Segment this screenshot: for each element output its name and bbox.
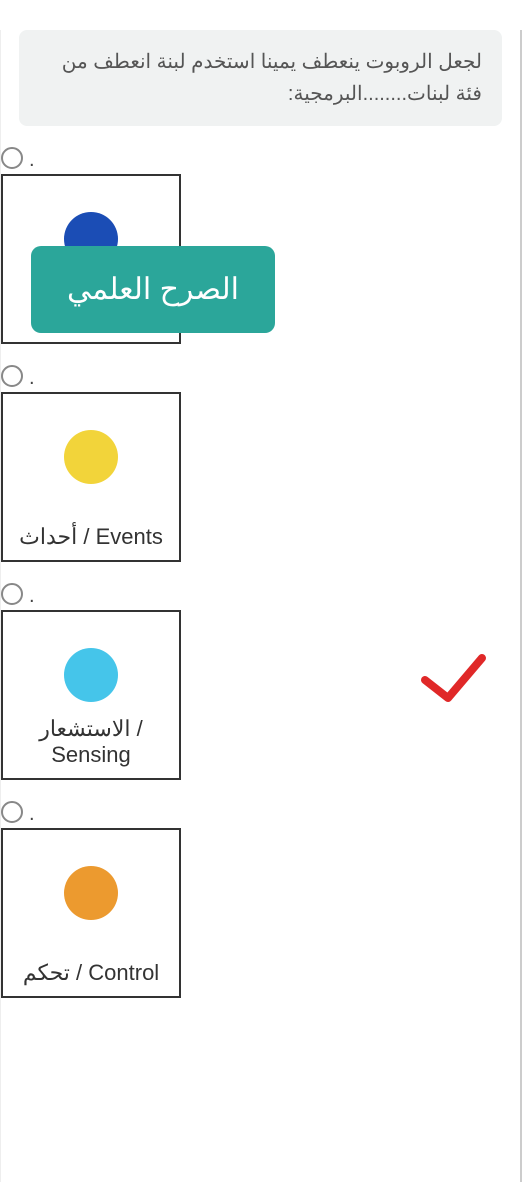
- option-control[interactable]: . تحكم / Control: [1, 800, 181, 998]
- dot-separator: .: [29, 368, 35, 388]
- quiz-container: لجعل الروبوت ينعطف يمينا استخدم لبنة انع…: [0, 30, 522, 1182]
- option-card: أحداث / Events: [1, 392, 181, 562]
- option-card: تحكم / Control: [1, 828, 181, 998]
- option-label: الاستشعار / Sensing: [3, 716, 179, 768]
- option-label: أحداث / Events: [19, 524, 163, 550]
- option-card: الاستشعار / Sensing: [1, 610, 181, 780]
- category-color-icon: [64, 430, 118, 484]
- radio-row: .: [1, 800, 35, 824]
- category-color-icon: [64, 648, 118, 702]
- dot-separator: .: [29, 586, 35, 606]
- correct-answer-checkmark-icon: [420, 650, 490, 710]
- dot-separator: .: [29, 804, 35, 824]
- category-color-icon: [64, 866, 118, 920]
- radio-button[interactable]: [1, 801, 23, 823]
- watermark-badge: الصرح العلمي: [31, 246, 275, 333]
- radio-row: .: [1, 364, 35, 388]
- question-text: لجعل الروبوت ينعطف يمينا استخدم لبنة انع…: [19, 30, 502, 126]
- radio-button[interactable]: [1, 583, 23, 605]
- radio-button[interactable]: [1, 147, 23, 169]
- option-label: تحكم / Control: [23, 960, 159, 986]
- option-events[interactable]: . أحداث / Events: [1, 364, 181, 562]
- radio-row: .: [1, 146, 35, 170]
- dot-separator: .: [29, 150, 35, 170]
- radio-row: .: [1, 582, 35, 606]
- option-sensing[interactable]: . الاستشعار / Sensing: [1, 582, 181, 780]
- radio-button[interactable]: [1, 365, 23, 387]
